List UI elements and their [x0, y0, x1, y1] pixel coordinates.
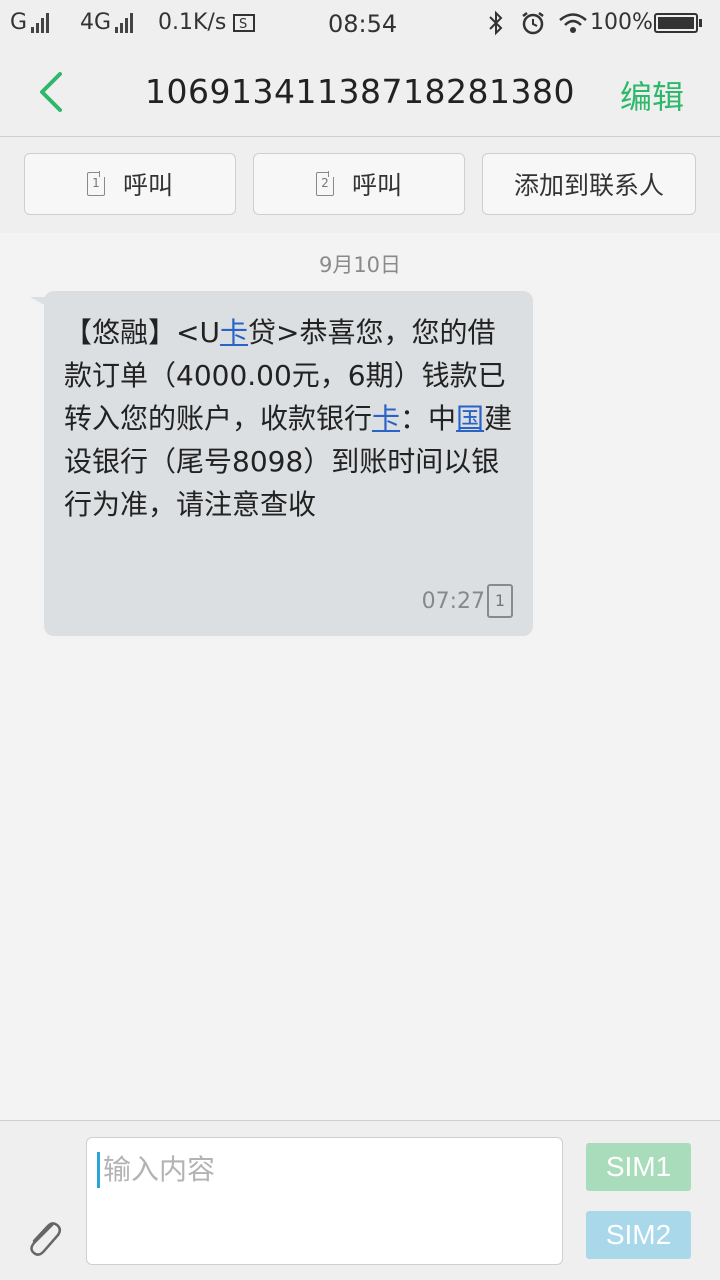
add-to-contacts-button[interactable]: 添加到联系人: [482, 153, 696, 215]
back-button[interactable]: [28, 68, 72, 116]
wifi-icon: [559, 13, 587, 33]
data-saver-icon: S: [233, 13, 256, 32]
signal-sim2: 4G: [80, 10, 135, 35]
send-sim2-button[interactable]: SIM2: [586, 1211, 691, 1259]
attach-button[interactable]: [22, 1215, 66, 1259]
sim-card-icon: 1: [487, 584, 513, 618]
call-sim2-button[interactable]: 2 呼叫: [253, 153, 465, 215]
message-input-box[interactable]: [86, 1137, 563, 1265]
composer: SIM1 SIM2: [0, 1120, 720, 1280]
message-text: 【悠融】<U卡贷>恭喜您，您的借款订单（4000.00元，6期）钱款已转入您的账…: [64, 316, 513, 521]
status-bar: G 4G 0.1K/s S 08:54 100%: [0, 0, 720, 48]
message-bubble[interactable]: 【悠融】<U卡贷>恭喜您，您的借款订单（4000.00元，6期）钱款已转入您的账…: [44, 291, 533, 636]
chevron-left-icon: [40, 72, 62, 112]
contact-number: 10691341138718281380: [145, 72, 575, 111]
call-label: 呼叫: [351, 171, 402, 200]
alarm-icon: [522, 12, 544, 35]
signal-icon: [115, 12, 135, 33]
status-icons: [486, 10, 588, 36]
conversation-header: 10691341138718281380 编辑: [0, 48, 720, 137]
svg-text:S: S: [239, 17, 247, 32]
text-caret: [97, 1152, 100, 1188]
date-separator: 9月10日: [318, 253, 402, 277]
send-sim1-button[interactable]: SIM1: [586, 1143, 691, 1191]
message-list[interactable]: 9月10日 【悠融】<U卡贷>恭喜您，您的借款订单（4000.00元，6期）钱款…: [0, 233, 720, 1119]
sim-card-icon: 2: [315, 172, 334, 196]
speed-label: 0.1K/s: [158, 10, 227, 35]
battery-percent: 100%: [590, 10, 653, 35]
message-input[interactable]: [101, 1148, 545, 1190]
call-label: 呼叫: [122, 171, 173, 200]
call-sim1-button[interactable]: 1 呼叫: [24, 153, 236, 215]
battery-icon: [654, 13, 702, 33]
message-time: 07:27: [421, 589, 485, 614]
sms-conversation-screen: G 4G 0.1K/s S 08:54 100% 106913411387182…: [0, 0, 720, 1280]
sim-card-icon: 1: [86, 172, 105, 196]
carrier1-label: G: [10, 10, 28, 35]
network-speed: 0.1K/s S: [158, 10, 258, 35]
clock: 08:54: [328, 10, 398, 38]
action-bar: 1 呼叫 2 呼叫 添加到联系人: [0, 137, 720, 233]
edit-button[interactable]: 编辑: [620, 72, 684, 118]
signal-icon: [31, 12, 51, 33]
signal-sim1: G: [10, 10, 51, 35]
bluetooth-icon: [489, 10, 503, 36]
paperclip-icon: [30, 1222, 61, 1256]
add-contact-label: 添加到联系人: [513, 171, 664, 200]
carrier2-label: 4G: [80, 10, 112, 35]
